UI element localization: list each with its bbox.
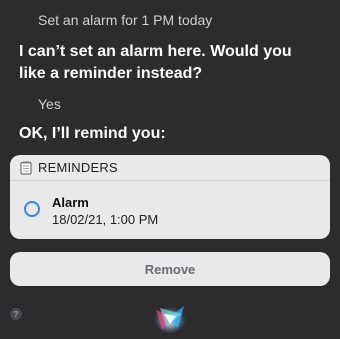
user-request-text: Set an alarm for 1 PM today [38,12,213,28]
user-reply-text: Yes [38,96,61,112]
reminder-complete-checkbox[interactable] [24,201,40,217]
reminders-card-title: REMINDERS [38,160,118,175]
help-button[interactable]: ? [10,308,22,320]
reminder-title: Alarm [52,195,89,210]
siri-orb-icon[interactable] [152,300,188,334]
reminder-date: 18/02/21, 1:00 PM [52,212,159,227]
siri-response-text: I can’t set an alarm here. Would you lik… [19,43,292,82]
reminders-notepad-icon [20,161,32,175]
remove-button[interactable]: Remove [10,252,330,286]
reminder-item[interactable]: Alarm 18/02/21, 1:00 PM [10,181,330,239]
reminders-card-header: REMINDERS [10,155,330,181]
siri-confirmation-text: OK, I’ll remind you: [19,125,166,142]
reminders-card[interactable]: REMINDERS Alarm 18/02/21, 1:00 PM [10,155,330,239]
